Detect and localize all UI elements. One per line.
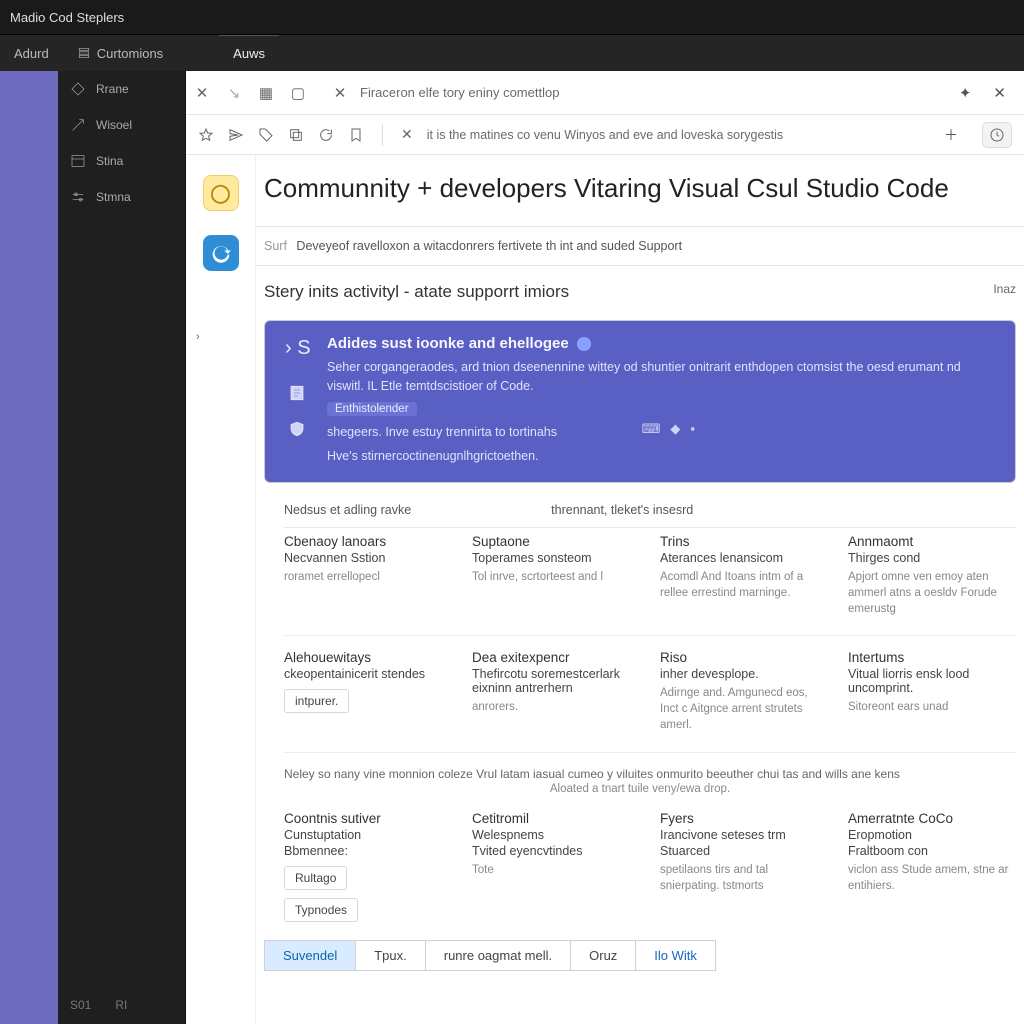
card-row-1: Cbenaoy lanoarsNecvannen Sstionroramet e… <box>256 528 1024 621</box>
card[interactable]: AnnmaomtThirges condApjort omne ven emoy… <box>848 534 1016 617</box>
bookmark-icon[interactable] <box>348 127 364 143</box>
doc-lines-icon <box>288 384 306 402</box>
note-subtext: Aloated a tnart tuile veny/ewa drop. <box>256 783 1024 805</box>
diamond-small-icon: ◆ <box>670 421 680 437</box>
sidebar-item-rrane[interactable]: Rrane <box>58 71 185 107</box>
card[interactable]: Cbenaoy lanoarsNecvannen Sstionroramet e… <box>284 534 452 617</box>
sidebar-item-stina[interactable]: Stina <box>58 143 185 179</box>
window-titlebar: Madio Cod Steplers <box>0 0 1024 35</box>
chevron-right-icon: › <box>196 331 200 343</box>
hero-panel: › S Adides sust ioonke and ehellogee Seh… <box>264 320 1016 483</box>
tag-icon[interactable] <box>258 127 274 143</box>
tab-oruz[interactable]: Oruz <box>571 941 636 970</box>
tab-tpux[interactable]: Tpux. <box>356 941 426 970</box>
bottom-tabbar: Suvendel Tpux. runre oagmat mell. Oruz I… <box>264 940 716 971</box>
hero-heading: Adides sust ioonke and ehellogee <box>327 335 999 352</box>
doc-main: Communnity + developers Vitaring Visual … <box>256 155 1024 1024</box>
document-area: ◯ Communnity + developers Vitaring Visua… <box>186 155 1024 1024</box>
card[interactable]: Risoinher devesplope.Adirnge and. Amgune… <box>660 650 828 733</box>
activity-bar-strip <box>0 71 58 1024</box>
card[interactable]: SuptaoneToperames sonsteomTol inrve, scr… <box>472 534 640 617</box>
card[interactable]: Dea exitexpencrThefircotu soremestcerlar… <box>472 650 640 733</box>
close-icon[interactable]: ✕ <box>993 84 1006 102</box>
hero-text-1: Seher corgangeraodes, ard tnion dseenenn… <box>327 358 999 396</box>
card-row-2: Alehouewitaysckeopentainicerit stendesin… <box>256 636 1024 737</box>
terminal-icon: ⌨ <box>642 421 661 437</box>
card[interactable]: FyersIrancivone seteses trmStuarcedspeti… <box>660 811 828 922</box>
side-panel: Rrane Wisoel Stina Stmna S01 RI › <box>58 71 186 1024</box>
window-title: Madio Cod Steplers <box>10 10 124 25</box>
new-tab-button[interactable]: ＋ <box>940 125 962 145</box>
copy-icon[interactable] <box>288 127 304 143</box>
sync-icon <box>211 243 231 263</box>
menubar: Adurd Curtomions Auws <box>0 35 1024 71</box>
history-button[interactable] <box>982 122 1012 148</box>
shield-icon <box>288 420 306 438</box>
nav-forward-icon[interactable]: ↘ <box>218 84 250 102</box>
section-heading: Stery inits activityl - atate supporrt i… <box>256 266 1024 316</box>
hero-text-3: Hve's stirnercoctinenugnlhgrictoethen. <box>327 447 999 466</box>
card[interactable]: Alehouewitaysckeopentainicerit stendesin… <box>284 650 452 733</box>
page-title: Communnity + developers Vitaring Visual … <box>256 173 1024 226</box>
chip-input[interactable]: intpurer. <box>284 689 349 713</box>
section-corner-link[interactable]: Inaz <box>993 282 1016 302</box>
app-icon-primary[interactable]: ◯ <box>203 175 239 211</box>
toolbar-secondary: ✕ it is the matines co venu Winyos and e… <box>186 115 1024 155</box>
app-icon-secondary[interactable] <box>203 235 239 271</box>
card[interactable]: IntertumsVitual liorris ensk lood uncomp… <box>848 650 1016 733</box>
sparkle-icon[interactable]: ✦ <box>959 84 972 102</box>
doc-icon-rail: ◯ <box>186 155 256 1024</box>
prompt-icon: › S <box>285 337 311 360</box>
star-icon[interactable] <box>198 127 214 143</box>
menu-item-adurd[interactable]: Adurd <box>0 35 63 71</box>
nav-back-icon[interactable]: ✕ <box>186 84 218 102</box>
box-icon[interactable]: ▢ <box>282 84 314 102</box>
tab-ilowitk[interactable]: Ilo Witk <box>636 941 715 970</box>
chip[interactable]: Typnodes <box>284 898 358 922</box>
card[interactable]: CetitromilWelespnemsTvited eyencvtindesT… <box>472 811 640 922</box>
diamond-icon <box>70 81 86 97</box>
breadcrumb: Surf Deveyeof ravelloxon a witacdonrers … <box>256 227 1024 265</box>
hero-pill[interactable]: Enthistolender <box>327 402 417 416</box>
tab-close-icon[interactable]: ✕ <box>324 84 356 102</box>
menu-tab-auws[interactable]: Auws <box>219 35 279 71</box>
card[interactable]: Coontnis sutiverCunstuptationBbmennee:Ru… <box>284 811 452 922</box>
layout-icon[interactable]: ▦ <box>250 84 282 102</box>
inner-close-icon[interactable]: ✕ <box>401 126 413 143</box>
wand-icon <box>70 117 86 133</box>
panel-icon <box>70 153 86 169</box>
card-row-3: Coontnis sutiverCunstuptationBbmennee:Ru… <box>256 805 1024 926</box>
sliders-icon <box>70 189 86 205</box>
sidebar-item-stmna[interactable]: Stmna <box>58 179 185 215</box>
address-bar[interactable]: Firaceron elfe tory eniny comettlop <box>356 85 941 100</box>
tab-runre[interactable]: runre oagmat mell. <box>426 941 571 970</box>
clock-icon <box>989 127 1005 143</box>
card[interactable]: Amerratnte CoCoEropmotionFraltboom convi… <box>848 811 1016 922</box>
note-text: Neley so nany vine monnion coleze Vrul l… <box>256 753 1024 783</box>
sidebar-status: S01 RI <box>58 986 185 1024</box>
layers-icon <box>77 46 91 60</box>
refresh-icon[interactable] <box>318 127 334 143</box>
info-icon[interactable] <box>577 337 591 351</box>
label-row: Nedsus et adling ravke thrennant, tleket… <box>256 499 1024 527</box>
menu-item-customions[interactable]: Curtomions <box>63 35 177 71</box>
square-icon: ▪ <box>690 421 695 437</box>
tab-suvendel[interactable]: Suvendel <box>265 941 356 970</box>
hero-mini-icons: ⌨ ◆ ▪ <box>642 421 695 437</box>
editor-tabrow: ✕ ↘ ▦ ▢ ✕ Firaceron elfe tory eniny come… <box>186 71 1024 115</box>
card[interactable]: TrinsAterances lenansicomAcomdl And Itoa… <box>660 534 828 617</box>
sidebar-item-wisoel[interactable]: Wisoel <box>58 107 185 143</box>
chip[interactable]: Rultago <box>284 866 347 890</box>
send-icon[interactable] <box>228 127 244 143</box>
toolbar-caption: it is the matines co venu Winyos and eve… <box>427 128 926 142</box>
